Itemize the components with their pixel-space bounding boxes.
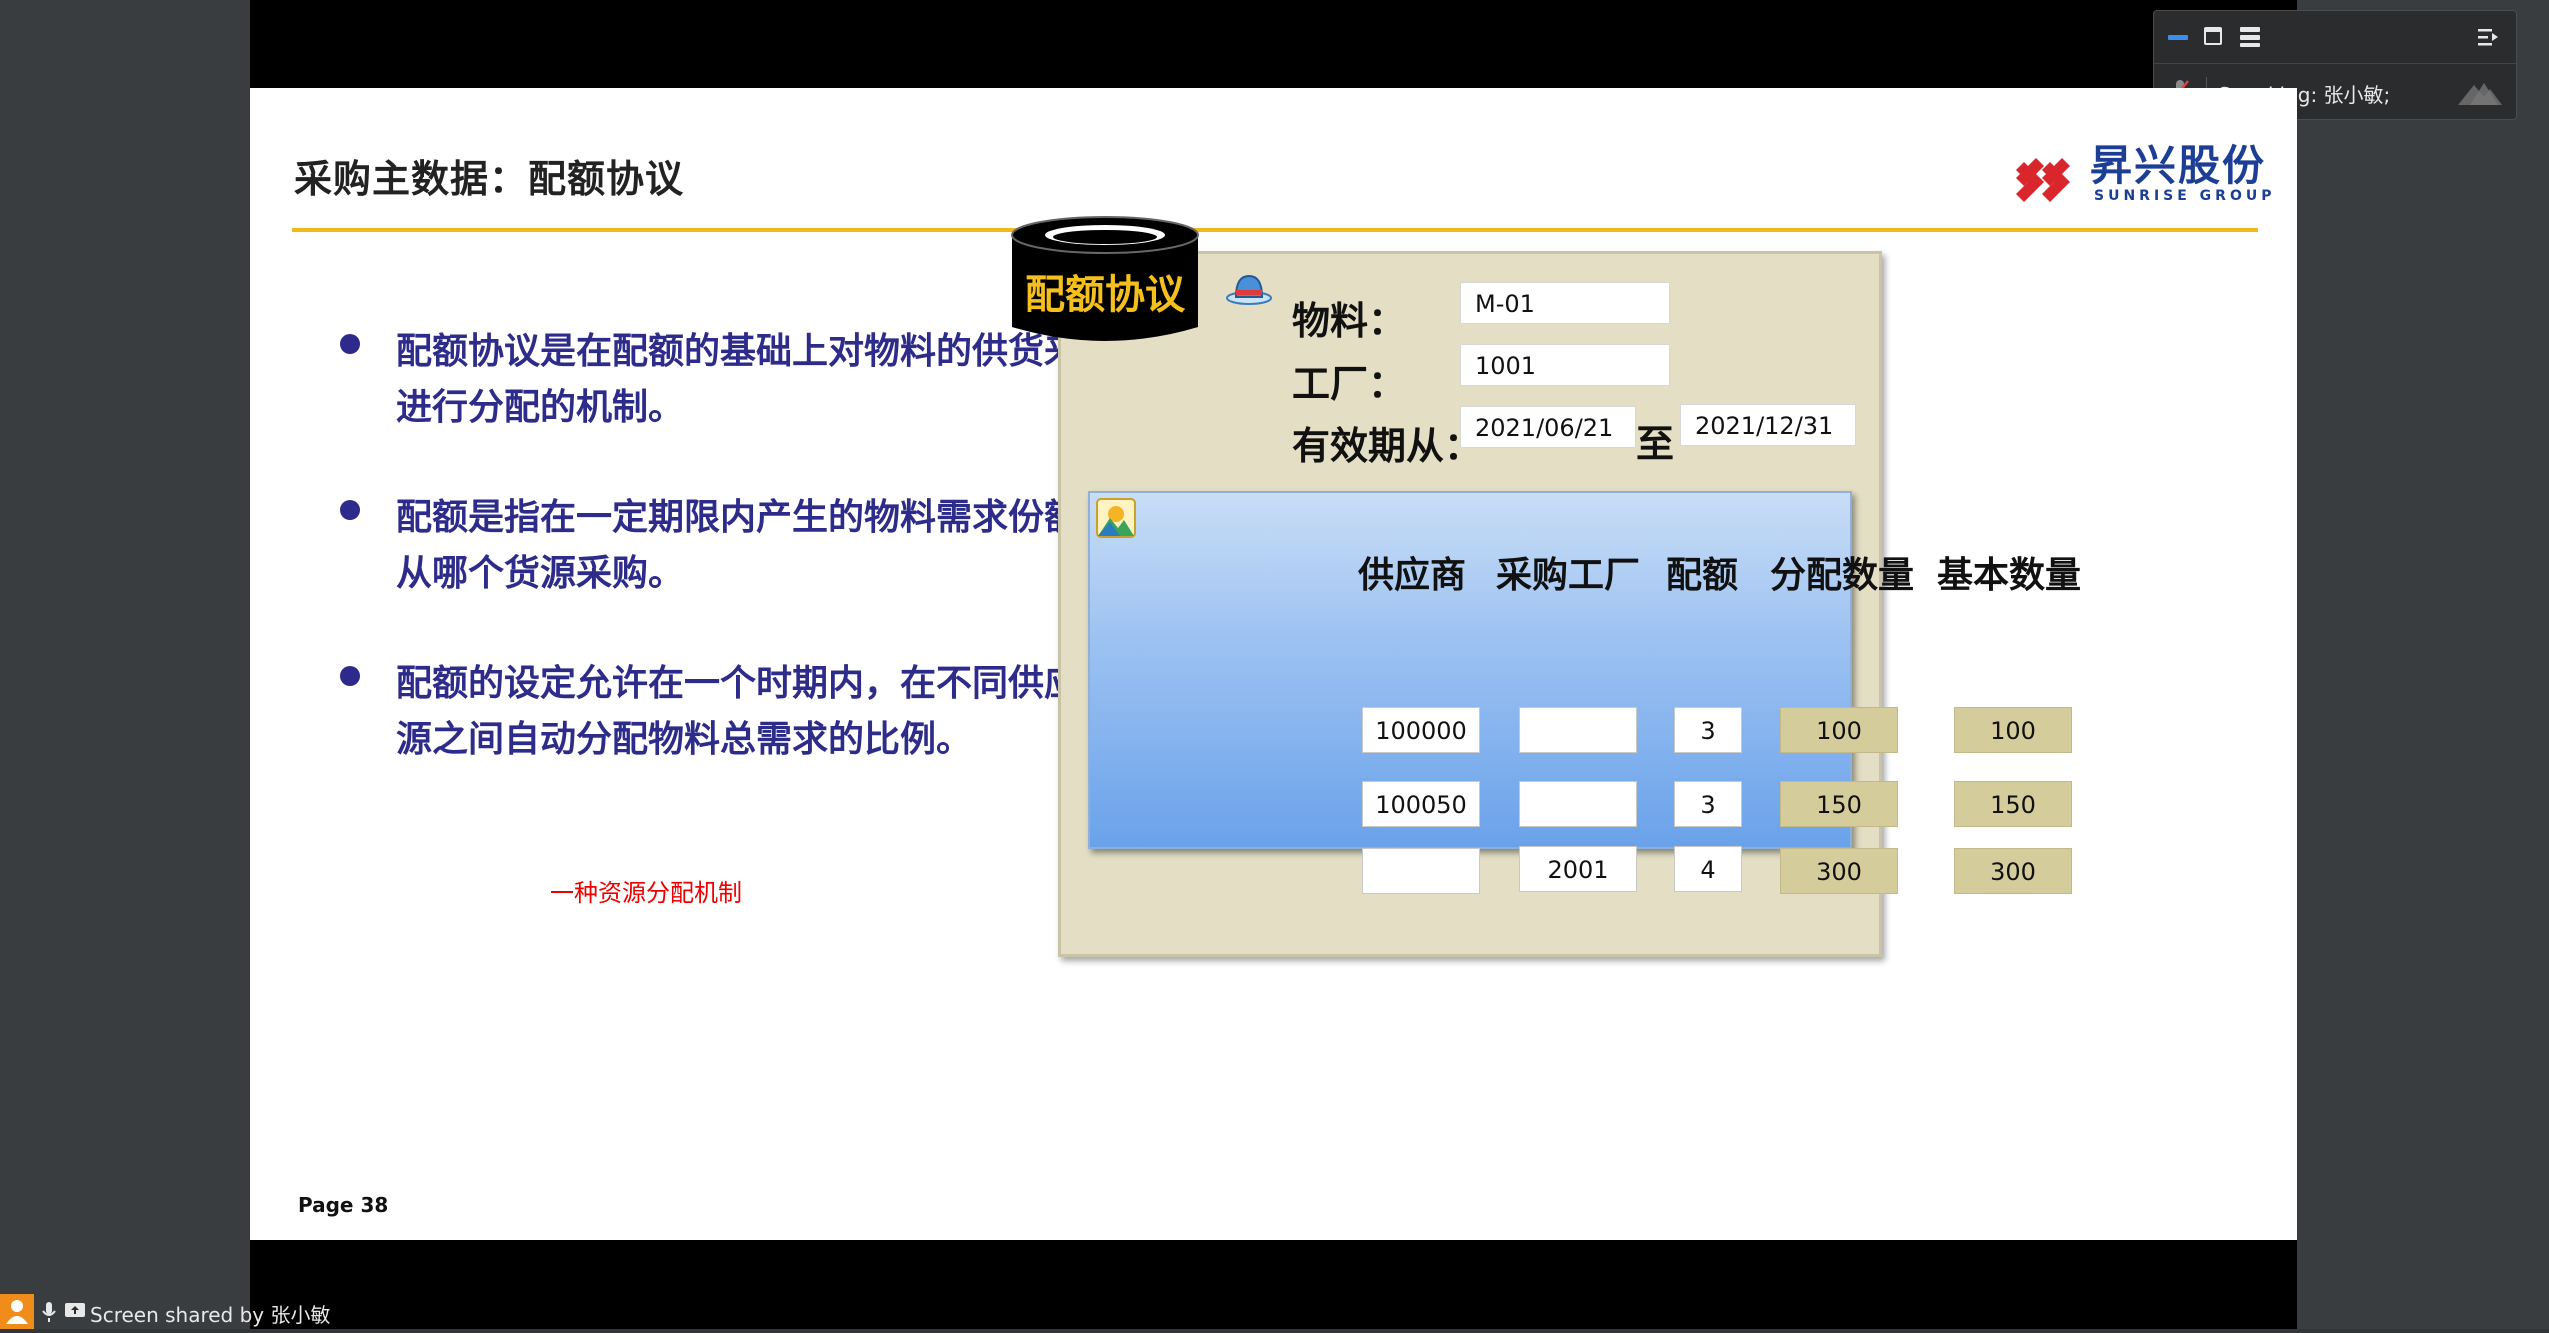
sunrise-logo-icon	[2016, 138, 2070, 202]
red-note: 一种资源分配机制	[550, 879, 742, 907]
header-base-qty: 基本数量	[1937, 555, 2082, 596]
plant-label: 工厂：	[1292, 362, 1407, 406]
participant-button[interactable]	[0, 1294, 34, 1329]
bullet-dot	[340, 334, 360, 354]
company-logo: 昇兴股份 SUNRISE GROUP	[2010, 132, 2280, 222]
logo-english-name: SUNRISE GROUP	[2094, 188, 2276, 204]
screen-share-icon	[64, 1301, 86, 1321]
right-side-panel	[2297, 0, 2549, 1329]
cell-quota[interactable]: 3	[1674, 707, 1742, 753]
cell-base-qty: 100	[1954, 707, 2072, 753]
collapse-right-icon	[2478, 29, 2498, 46]
cell-base-qty: 300	[1954, 848, 2072, 894]
cell-purchasing-plant[interactable]	[1519, 781, 1637, 827]
title-underline	[292, 228, 2258, 232]
material-label: 物料：	[1292, 299, 1407, 343]
bullet-text: 配额的设定允许在一个时期内，在不同供应来源之间自动分配物料总需求的比例。	[396, 663, 1117, 760]
cell-allocated-qty: 100	[1780, 707, 1898, 753]
window-view-button[interactable]	[2202, 25, 2228, 49]
plant-field[interactable]: 1001	[1460, 344, 1670, 386]
cell-base-qty: 150	[1954, 781, 2072, 827]
cell-quota[interactable]: 3	[1674, 781, 1742, 827]
window-icon	[2204, 27, 2222, 45]
minimize-button[interactable]	[2166, 25, 2194, 49]
cell-vendor[interactable]: 100050	[1362, 781, 1480, 827]
list-view-button[interactable]	[2238, 25, 2264, 49]
header-vendor: 供应商	[1358, 555, 1467, 596]
cell-quota[interactable]: 4	[1674, 846, 1742, 892]
drag-handle-icon[interactable]	[2454, 75, 2506, 109]
collapse-panel-button[interactable]	[2476, 25, 2504, 49]
share-status-bar: Screen shared by 张小敏	[0, 1294, 331, 1329]
left-side-panel	[0, 0, 250, 1329]
valid-from-field[interactable]: 2021/06/21	[1460, 406, 1636, 448]
material-field[interactable]: M-01	[1460, 282, 1670, 324]
bottom-black-bar	[250, 1240, 2297, 1329]
logo-chinese-name: 昇兴股份	[2090, 141, 2267, 190]
valid-to-field[interactable]: 2021/12/31	[1680, 404, 1856, 446]
cell-allocated-qty: 150	[1780, 781, 1898, 827]
valid-to-label: 至	[1636, 422, 1675, 466]
header-quota: 配额	[1666, 555, 1739, 596]
cell-vendor[interactable]	[1362, 848, 1480, 894]
header-allocated-qty: 分配数量	[1770, 555, 1915, 596]
bullet-dot	[340, 500, 360, 520]
hat-icon	[1226, 274, 1272, 305]
list-icon	[2240, 27, 2260, 47]
cell-vendor[interactable]: 100000	[1362, 707, 1480, 753]
share-status-text: Screen shared by 张小敏	[90, 1303, 331, 1327]
bullet-text: 配额是指在一定期限内产生的物料需求份额将从哪个货源采购。	[396, 497, 1117, 594]
toolbar-divider	[2154, 63, 2516, 64]
top-black-bar	[250, 0, 2297, 88]
bullet-dot	[340, 666, 360, 686]
header-purchasing-plant: 采购工厂	[1496, 555, 1641, 596]
slide-title: 采购主数据：配额协议	[294, 157, 685, 201]
person-icon	[6, 1300, 28, 1324]
drum-label: 配额协议	[1025, 272, 1185, 318]
mountain-image-icon	[1096, 498, 1136, 538]
valid-from-label: 有效期从：	[1292, 424, 1483, 468]
cell-allocated-qty: 300	[1780, 848, 1898, 894]
cell-purchasing-plant[interactable]: 2001	[1519, 846, 1637, 892]
mic-icon[interactable]	[40, 1300, 58, 1324]
cell-purchasing-plant[interactable]	[1519, 707, 1637, 753]
page-number: Page 38	[298, 1193, 389, 1217]
